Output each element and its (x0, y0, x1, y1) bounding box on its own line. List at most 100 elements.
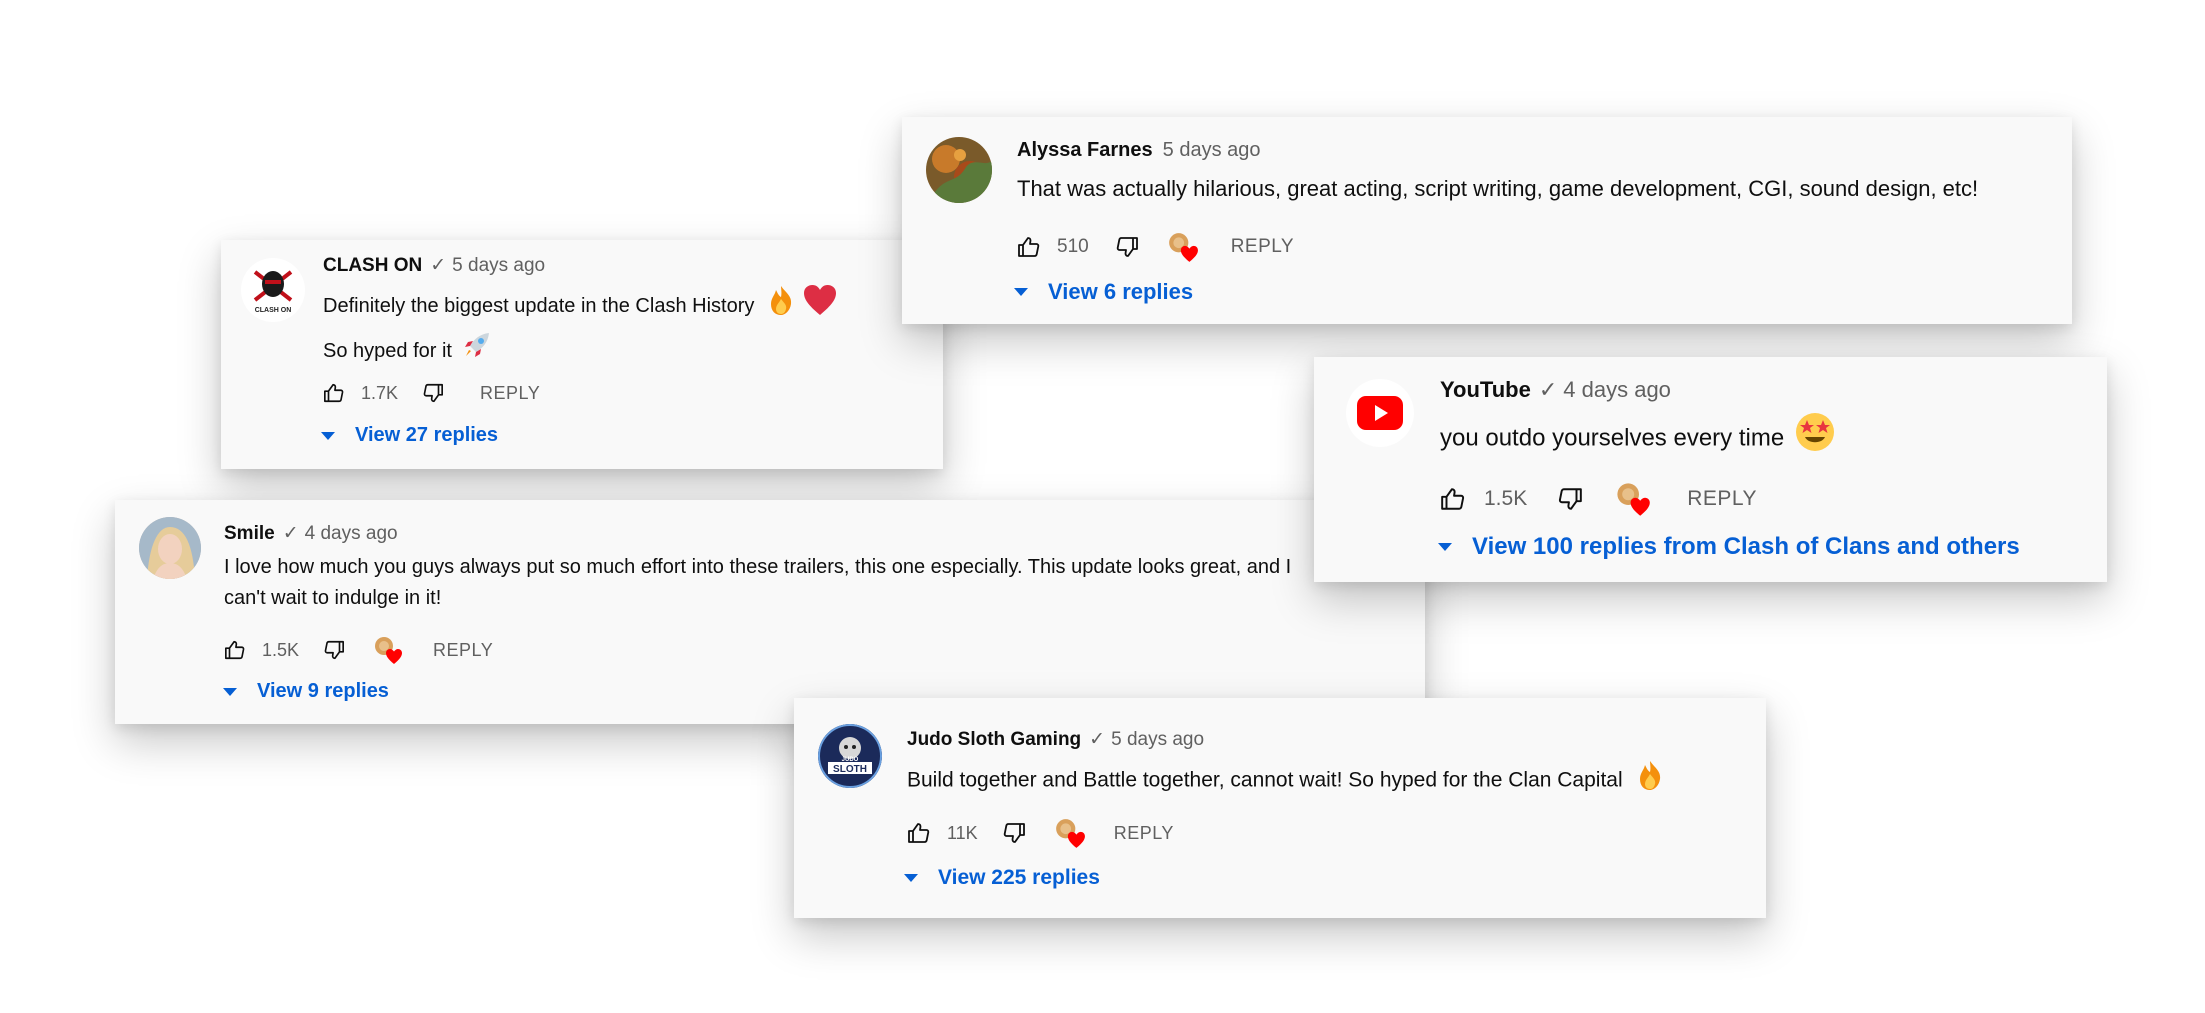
comment-actions: 11K REPLY (907, 817, 1174, 849)
verified-check-icon: ✓ (1538, 377, 1558, 402)
comment-time[interactable]: 5 days ago (1111, 729, 1204, 751)
view-replies-label: View 27 replies (355, 424, 499, 446)
comment-line-1: That was actually hilarious, great actin… (1017, 176, 1979, 201)
thumbs-up-icon (1441, 488, 1465, 510)
comment-line-1: Definitely the biggest update in the Cla… (323, 294, 755, 317)
comment-card-youtube: YouTube ✓ 4 days ago you outdo yourselve… (1314, 357, 2107, 582)
comment-line-1: Build together and Battle together, cann… (907, 768, 1623, 792)
rocket-emoji (462, 330, 492, 373)
comment-text: you outdo yourselves every time (1440, 411, 1836, 467)
caret-down-icon (1014, 288, 1028, 296)
thumbs-down-icon (1559, 488, 1583, 510)
thumbs-down-icon (1003, 823, 1025, 843)
star-struck-emoji (1794, 411, 1836, 467)
avatar[interactable] (139, 517, 201, 579)
thumbs-up-icon (225, 640, 245, 660)
view-replies-button[interactable]: View 100 replies from Clash of Clans and… (1438, 533, 2020, 561)
avatar[interactable]: SLOTH JUDO (818, 724, 882, 788)
caret-down-icon (1438, 543, 1452, 551)
heart-icon (1630, 497, 1651, 516)
like-count: 1.7K (361, 382, 399, 403)
heart-icon (1067, 831, 1085, 848)
thumbs-up-icon (1018, 237, 1040, 257)
verified-check-icon: ✓ (1089, 729, 1106, 750)
creator-heart-badge (373, 635, 403, 665)
comment-header: Smile ✓ 4 days ago (224, 522, 398, 545)
caret-down-icon (321, 431, 335, 440)
reply-button[interactable]: REPLY (480, 383, 540, 404)
comment-line-1: you outdo yourselves every time (1440, 424, 1785, 452)
view-replies-button[interactable]: View 9 replies (223, 680, 389, 703)
like-count: 510 (1057, 236, 1089, 257)
dislike-button[interactable] (323, 639, 345, 661)
creator-heart-badge (1615, 481, 1651, 517)
view-replies-button[interactable]: View 27 replies (321, 424, 498, 447)
comment-header: YouTube ✓ 4 days ago (1440, 377, 1671, 403)
comment-card-smile: Smile ✓ 4 days ago I love how much you g… (115, 500, 1425, 724)
comment-time[interactable]: 5 days ago (1163, 139, 1261, 162)
comment-line-2: So hyped for it (323, 339, 452, 362)
like-button[interactable] (224, 639, 246, 661)
comment-time[interactable]: 5 days ago (452, 255, 545, 277)
avatar[interactable] (926, 137, 992, 203)
thumbs-down-icon (423, 383, 444, 403)
thumbs-down-icon (324, 640, 345, 660)
reply-button[interactable]: REPLY (1114, 823, 1174, 844)
comment-card-alyssa-farnes: Alyssa Farnes 5 days ago That was actual… (902, 117, 2072, 324)
thumbs-up-icon (324, 383, 344, 403)
verified-check-icon: ✓ (282, 523, 299, 544)
like-button[interactable] (907, 821, 931, 845)
view-replies-label: View 100 replies from Clash of Clans and… (1472, 533, 2020, 560)
comment-actions: 1.7K REPLY (323, 382, 540, 404)
reply-button[interactable]: REPLY (1231, 236, 1294, 258)
comment-time[interactable]: 4 days ago (305, 523, 398, 545)
like-count: 1.5K (1484, 487, 1528, 510)
view-replies-label: View 6 replies (1048, 279, 1194, 304)
comment-actions: 1.5K REPLY (224, 635, 493, 665)
author-name[interactable]: Alyssa Farnes (1017, 139, 1153, 162)
avatar[interactable]: CLASH ON (241, 258, 305, 322)
avatar[interactable] (1346, 379, 1414, 447)
view-replies-button[interactable]: View 6 replies (1014, 279, 1193, 305)
comment-text: Definitely the biggest update in the Cla… (323, 283, 838, 373)
verified-check-icon: ✓ (430, 255, 447, 276)
dislike-button[interactable] (1557, 486, 1583, 512)
caret-down-icon (223, 687, 237, 696)
reply-button[interactable]: REPLY (433, 640, 493, 661)
author-name[interactable]: Smile (224, 523, 275, 545)
comment-card-clash-on: CLASH ON CLASH ON ✓ 5 days ago Definitel… (221, 240, 943, 469)
like-button[interactable] (1017, 235, 1041, 259)
fire-emoji (1633, 758, 1667, 804)
comment-text: I love how much you guys always put so m… (224, 552, 1291, 614)
dislike-button[interactable] (1002, 821, 1026, 845)
comment-header: Alyssa Farnes 5 days ago (1017, 139, 1261, 162)
comment-actions: 510 REPLY (1017, 231, 1294, 263)
heart-icon (1180, 245, 1198, 262)
comment-header: Judo Sloth Gaming ✓ 5 days ago (907, 728, 1204, 751)
comment-text: That was actually hilarious, great actin… (1017, 173, 1978, 205)
like-button[interactable] (1440, 486, 1466, 512)
view-replies-label: View 225 replies (938, 866, 1100, 889)
avatar-logo-text: SLOTH (833, 764, 867, 775)
caret-down-icon (904, 874, 918, 882)
author-name[interactable]: Judo Sloth Gaming (907, 729, 1081, 751)
dislike-button[interactable] (422, 382, 444, 404)
author-name[interactable]: CLASH ON (323, 255, 422, 277)
like-button[interactable] (323, 382, 345, 404)
avatar-logo-text: CLASH ON (255, 307, 292, 314)
thumbs-down-icon (1116, 237, 1138, 257)
heart-emoji (802, 283, 838, 330)
comment-card-judo-sloth-gaming: SLOTH JUDO Judo Sloth Gaming ✓ 5 days ag… (794, 698, 1766, 918)
fire-emoji (764, 283, 798, 330)
comment-actions: 1.5K REPLY (1440, 481, 1757, 517)
author-name[interactable]: YouTube (1440, 377, 1531, 403)
dislike-button[interactable] (1115, 235, 1139, 259)
creator-heart-badge (1167, 231, 1199, 263)
view-replies-button[interactable]: View 225 replies (904, 866, 1100, 890)
like-count: 11K (947, 822, 978, 843)
comment-time[interactable]: 4 days ago (1563, 377, 1671, 403)
comment-line-2: can't wait to indulge in it! (224, 587, 442, 609)
youtube-logo-icon (1357, 396, 1403, 430)
reply-button[interactable]: REPLY (1687, 487, 1757, 511)
creator-heart-badge (1054, 817, 1086, 849)
